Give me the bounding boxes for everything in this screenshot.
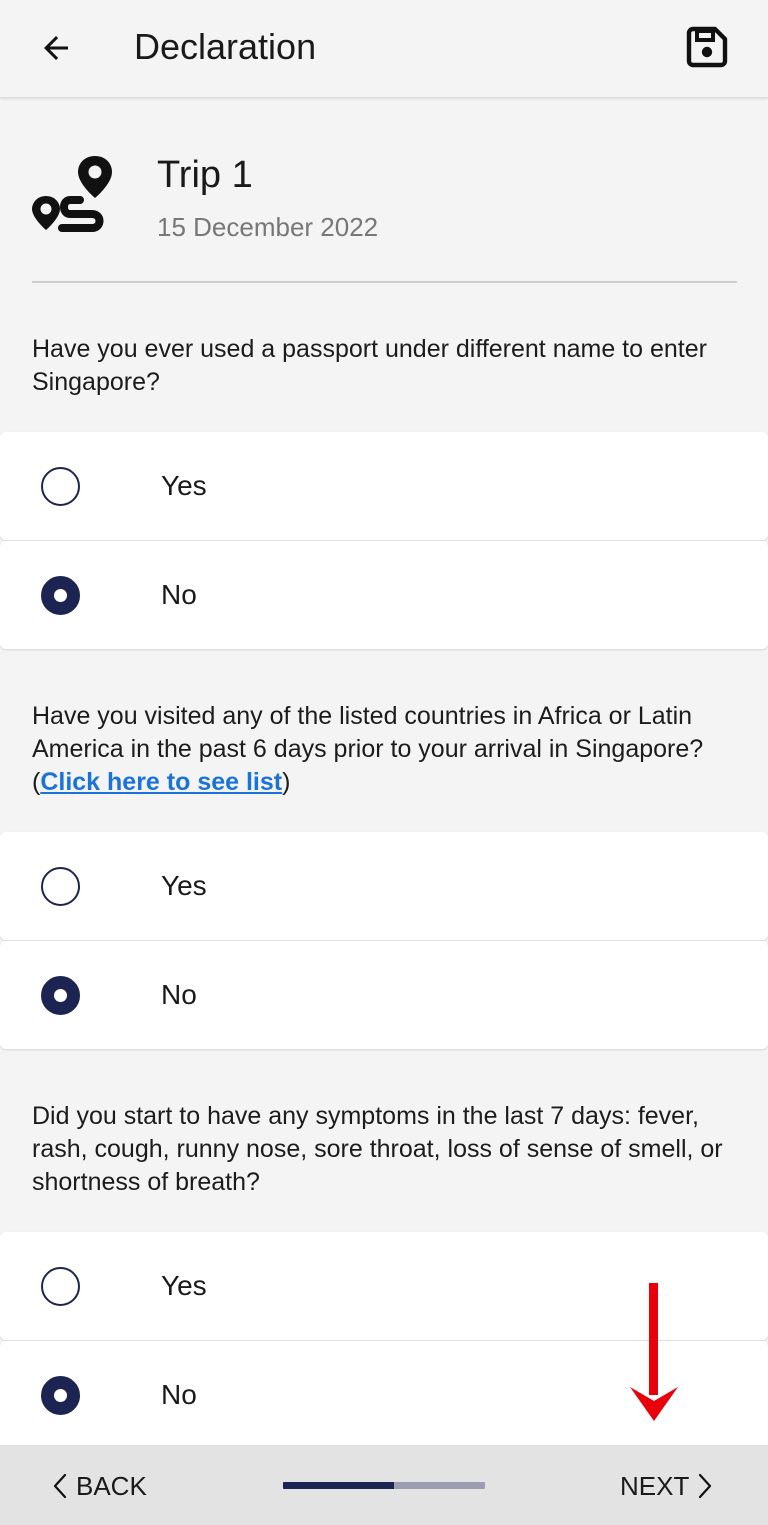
option-label: Yes: [161, 470, 207, 501]
app-bar: Declaration: [0, 0, 768, 98]
question-passport: Have you ever used a passport under diff…: [32, 335, 707, 396]
option-label: No: [161, 579, 197, 610]
save-button[interactable]: [680, 20, 734, 74]
option-label: No: [161, 1379, 197, 1410]
option-passport-yes[interactable]: Yes: [0, 432, 768, 540]
save-icon: [686, 26, 728, 68]
radio-button-selected[interactable]: [41, 1376, 80, 1415]
radio-button[interactable]: [41, 467, 80, 506]
next-label: NEXT: [620, 1470, 690, 1501]
bottom-navigation: BACK NEXT: [0, 1445, 768, 1525]
option-label: Yes: [161, 1270, 207, 1301]
progress-fill: [283, 1482, 395, 1489]
option-countries-yes[interactable]: Yes: [0, 832, 768, 940]
trip-summary: Trip 1 15 December 2022: [0, 98, 768, 283]
radio-button[interactable]: [41, 867, 80, 906]
page-title: Declaration: [134, 26, 317, 67]
radio-button-selected[interactable]: [41, 576, 80, 615]
back-nav-button[interactable]: BACK: [52, 1467, 147, 1505]
progress-bar: [283, 1482, 485, 1489]
question-text-end: ): [282, 768, 291, 796]
see-list-link[interactable]: Click here to see list: [40, 768, 282, 796]
divider: [32, 281, 737, 283]
option-countries-no[interactable]: No: [0, 941, 768, 1049]
arrow-left-icon: [44, 36, 68, 60]
option-label: Yes: [161, 870, 207, 901]
arrow-down-icon: [630, 1283, 678, 1421]
trip-date: 15 December 2022: [157, 212, 379, 242]
back-label: BACK: [76, 1470, 147, 1501]
radio-button[interactable]: [41, 1267, 80, 1306]
route-icon: [32, 156, 112, 232]
option-passport-no[interactable]: No: [0, 541, 768, 649]
question-countries: Have you visited any of the listed count…: [32, 700, 732, 799]
option-label: No: [161, 979, 197, 1010]
trip-name: Trip 1: [157, 154, 253, 196]
chevron-left-icon: [53, 1473, 67, 1499]
radio-button-selected[interactable]: [41, 976, 80, 1015]
next-button[interactable]: NEXT: [620, 1467, 713, 1505]
back-button[interactable]: [34, 26, 78, 70]
chevron-right-icon: [699, 1473, 712, 1499]
question-symptoms: Did you start to have any symptoms in th…: [32, 1102, 723, 1196]
